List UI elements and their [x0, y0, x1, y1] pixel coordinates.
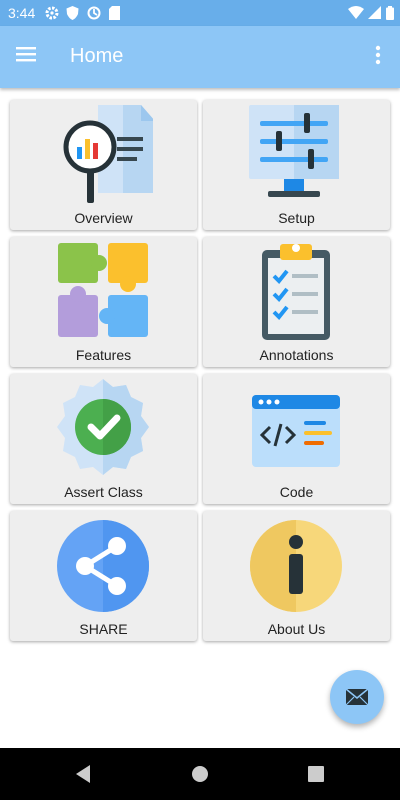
info-icon: [250, 520, 342, 612]
sd-card-icon: [109, 6, 120, 20]
tile-code[interactable]: Code: [203, 374, 390, 504]
tile-features[interactable]: Features: [10, 237, 197, 367]
more-vert-icon: [375, 45, 381, 65]
app-bar: Home: [0, 26, 400, 88]
puzzle-pieces-icon: [58, 243, 148, 337]
tile-label: Features: [75, 347, 132, 363]
email-fab-button[interactable]: [330, 670, 384, 724]
home-icon[interactable]: [188, 762, 212, 786]
wifi-icon: [348, 6, 364, 19]
tile-label: Assert Class: [64, 484, 143, 500]
share-icon: [57, 520, 149, 612]
clipboard-checklist-icon: [262, 244, 330, 340]
tile-label: Setup: [278, 210, 315, 226]
tile-label: Annotations: [259, 347, 334, 363]
code-window-icon: [252, 395, 340, 467]
status-bar: 3:44: [0, 0, 400, 26]
tile-assert-class[interactable]: Assert Class: [10, 374, 197, 504]
back-icon[interactable]: [72, 762, 96, 786]
mail-icon: [345, 688, 369, 706]
tile-label: Code: [279, 484, 314, 500]
report-magnifier-icon: [63, 105, 153, 203]
recents-icon[interactable]: [304, 762, 328, 786]
shield-icon: [66, 6, 79, 20]
battery-icon: [386, 6, 394, 20]
status-time: 3:44: [8, 5, 36, 21]
tile-label: About Us: [267, 621, 326, 637]
settings-sliders-monitor-icon: [249, 105, 339, 197]
check-badge-icon: [57, 379, 149, 475]
tile-annotations[interactable]: Annotations: [203, 237, 390, 367]
data-saver-icon: [87, 6, 101, 20]
settings-icon: [45, 6, 59, 20]
menu-button[interactable]: [14, 44, 42, 70]
tile-label: Overview: [74, 210, 133, 226]
tile-about-us[interactable]: About Us: [203, 511, 390, 641]
tile-share[interactable]: SHARE: [10, 511, 197, 641]
tile-label: SHARE: [79, 621, 128, 637]
tile-setup[interactable]: Setup: [203, 100, 390, 230]
page-title: Home: [70, 45, 124, 67]
system-navigation-bar: [0, 748, 400, 800]
signal-icon: [368, 6, 381, 19]
tile-overview[interactable]: Overview: [10, 100, 197, 230]
overflow-menu-button[interactable]: [368, 44, 388, 70]
hamburger-menu-icon: [16, 47, 36, 62]
